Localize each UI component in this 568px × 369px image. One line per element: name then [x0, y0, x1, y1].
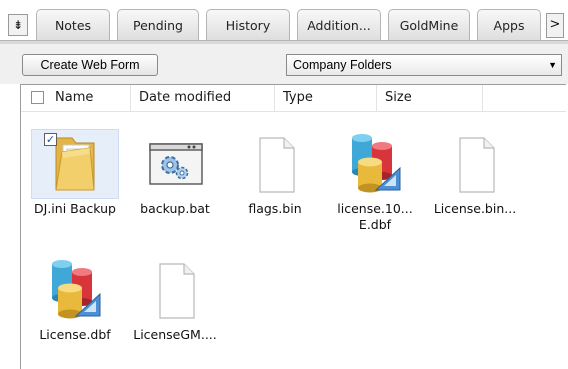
- file-name: backup.bat: [140, 201, 210, 216]
- column-name-label: Name: [55, 90, 94, 105]
- file-icon-frame: [131, 129, 219, 199]
- column-type-label: Type: [283, 90, 313, 105]
- file-name: license.10...: [337, 201, 413, 216]
- file-name-line2: E.dbf: [358, 217, 392, 232]
- tab-additional[interactable]: Addition...: [297, 9, 381, 40]
- folder-select-value: Company Folders: [293, 58, 392, 72]
- file-name: License.bin...: [433, 201, 517, 216]
- tab-goldmine[interactable]: GoldMine: [388, 9, 470, 40]
- file-item[interactable]: flags.bin: [225, 129, 325, 217]
- file-item[interactable]: backup.bat: [125, 129, 225, 217]
- tab-pending[interactable]: Pending: [117, 9, 199, 40]
- tab-scroll-right-button[interactable]: >: [546, 13, 564, 38]
- tab-strip: ⇟ Notes Pending History Addition... Gold…: [0, 0, 568, 45]
- file-name: License.dbf: [39, 327, 111, 342]
- create-web-form-button[interactable]: Create Web Form: [22, 54, 158, 76]
- file-item[interactable]: License.dbf: [25, 255, 125, 343]
- column-type[interactable]: Type: [275, 85, 377, 111]
- file-icon-frame: [131, 255, 219, 325]
- file-icon-frame: [431, 129, 519, 199]
- tab-menu-button[interactable]: ⇟: [8, 14, 28, 36]
- blank-file-icon: [259, 137, 295, 193]
- column-size[interactable]: Size: [377, 85, 483, 111]
- tab-history[interactable]: History: [206, 9, 290, 40]
- file-checkbox[interactable]: ✓: [44, 133, 57, 146]
- column-filler: [483, 85, 566, 111]
- column-date-modified[interactable]: Date modified: [131, 85, 275, 111]
- file-icon-frame: [231, 129, 319, 199]
- file-name: flags.bin: [248, 201, 302, 216]
- folder-select[interactable]: Company Folders ▼: [286, 54, 562, 76]
- column-date-label: Date modified: [139, 90, 232, 105]
- column-size-label: Size: [385, 90, 412, 105]
- select-all-checkbox[interactable]: [31, 91, 44, 104]
- database-icon: [52, 260, 101, 319]
- column-header: Name Date modified Type Size: [21, 85, 566, 112]
- tab-notes[interactable]: Notes: [36, 9, 110, 40]
- file-item[interactable]: ✓ DJ.ini Backup: [25, 129, 125, 217]
- database-icon: [352, 134, 401, 193]
- file-icon-frame: [31, 255, 119, 325]
- file-item[interactable]: License.bin...: [425, 129, 525, 217]
- file-icon-frame: [331, 129, 419, 199]
- tab-apps[interactable]: Apps: [477, 9, 541, 40]
- blank-file-icon: [459, 137, 495, 193]
- file-name: LicenseGM....: [133, 327, 217, 342]
- blank-file-icon: [159, 263, 195, 319]
- file-browser: Name Date modified Type Size ✓ DJ.ini Ba…: [20, 84, 566, 369]
- file-item[interactable]: license.10... E.dbf: [325, 129, 425, 233]
- file-icon-frame: ✓: [31, 129, 119, 199]
- dropdown-arrow-icon: ▼: [548, 60, 557, 70]
- batch-file-icon: [149, 143, 203, 185]
- toolbar: Create Web Form Company Folders ▼: [0, 44, 568, 84]
- file-item[interactable]: LicenseGM....: [125, 255, 225, 343]
- file-name: DJ.ini Backup: [34, 201, 116, 216]
